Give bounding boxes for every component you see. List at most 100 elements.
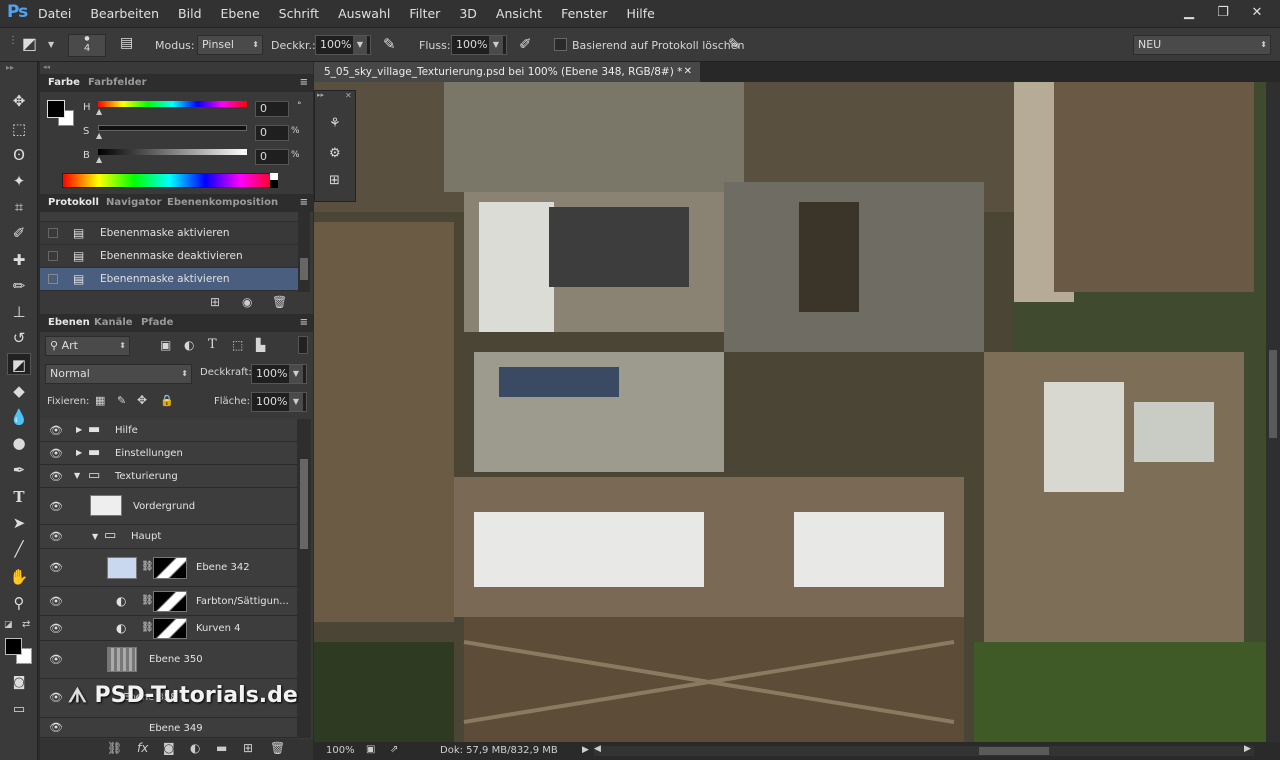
eraser-tool-icon[interactable]: ◩ [22, 34, 37, 53]
clone-stamp-tool-icon[interactable]: ⊥ [7, 301, 31, 323]
panel-menu-icon[interactable]: ≡ [300, 77, 308, 88]
lock-transparent-icon[interactable]: ▦ [95, 394, 105, 407]
filter-toggle[interactable] [298, 336, 308, 354]
pen-tool-icon[interactable]: ✒ [7, 459, 31, 481]
magic-wand-tool-icon[interactable]: ✦ [7, 170, 31, 192]
tab-ebenenkomposition[interactable]: Ebenenkomposition [167, 197, 278, 208]
slider-thumb-icon[interactable]: ▲ [96, 155, 102, 164]
eye-icon[interactable]: 👁 [49, 622, 63, 635]
spectrum-black-swatch[interactable] [270, 180, 278, 188]
eye-icon[interactable]: 👁 [49, 470, 63, 483]
opacity-field[interactable]: 100% ▼ [251, 364, 307, 384]
fluss-field[interactable]: 100% ▼ [451, 35, 507, 55]
collapse-arrow-icon[interactable]: ▼ [92, 532, 98, 541]
menu-filter[interactable]: Filter [409, 6, 440, 21]
tab-ebenen[interactable]: Ebenen [48, 317, 90, 328]
type-tool-icon[interactable]: T [7, 486, 31, 508]
brightness-slider[interactable] [98, 149, 247, 155]
layer-row[interactable]: 👁 ▶ ▬ Hilfe [40, 419, 297, 442]
filter-pixel-icon[interactable]: ▣ [160, 338, 171, 352]
menu-hilfe[interactable]: Hilfe [626, 6, 654, 21]
brush-preset-picker[interactable]: ● 4 [68, 34, 106, 57]
panel-collapse-icon[interactable]: ◂◂ [43, 63, 50, 71]
lasso-tool-icon[interactable]: ʘ [7, 144, 31, 166]
spectrum-white-swatch[interactable] [270, 173, 278, 180]
status-menu-arrow-icon[interactable]: ▶ [582, 745, 589, 755]
scrollbar-thumb[interactable] [1269, 350, 1277, 438]
close-icon[interactable]: ✕ [1244, 3, 1270, 23]
tab-pfade[interactable]: Pfade [141, 317, 173, 328]
panel-menu-icon[interactable]: ≡ [300, 317, 308, 328]
new-layer-icon[interactable]: ⊞ [243, 741, 253, 755]
layer-row[interactable]: 👁 Ebene 349 [40, 718, 297, 738]
airbrush-icon[interactable]: ✐ [519, 35, 532, 53]
tab-farbe[interactable]: Farbe [48, 77, 80, 88]
lock-position-icon[interactable]: ✥ [137, 393, 147, 407]
zoom-tool-icon[interactable]: ⚲ [7, 592, 31, 614]
b-field[interactable]: 0 [255, 149, 289, 165]
eye-icon[interactable]: 👁 [49, 447, 63, 460]
layer-mask-thumbnail[interactable] [153, 618, 187, 639]
panel-menu-icon[interactable]: ≡ [300, 197, 308, 208]
move-tool-icon[interactable]: ✥ [7, 90, 31, 112]
history-item[interactable]: ▤ Ebenenmaske aktivieren [40, 222, 299, 245]
minimize-icon[interactable]: ▁ [1176, 3, 1202, 23]
blur-tool-icon[interactable]: 💧 [7, 406, 31, 428]
chevron-down-icon[interactable]: ▼ [289, 393, 303, 411]
modus-dropdown[interactable]: Pinsel ⬍ [197, 35, 263, 55]
foreground-color-swatch[interactable] [47, 100, 65, 118]
layer-filter-dropdown[interactable]: ⚲ Art ⬍ [45, 336, 130, 356]
scrollbar-thumb[interactable] [300, 459, 308, 549]
foreground-color-swatch[interactable] [5, 638, 22, 655]
eye-icon[interactable]: 👁 [49, 424, 63, 437]
layer-mask-thumbnail[interactable] [153, 557, 187, 579]
history-item[interactable]: ▤ Ebenenmaske deaktivieren [40, 245, 299, 268]
history-item-selected[interactable]: ▤ Ebenenmaske aktivieren [40, 268, 299, 291]
tab-protokoll[interactable]: Protokoll [48, 197, 99, 208]
chevron-down-icon[interactable]: ▼ [353, 36, 367, 54]
proof-icon[interactable]: ▣ [366, 744, 375, 755]
eye-icon[interactable]: 👁 [49, 653, 63, 666]
eye-icon[interactable]: 👁 [49, 595, 63, 608]
eye-icon[interactable]: 👁 [49, 561, 63, 574]
zoom-value[interactable]: 100% [326, 745, 355, 756]
menu-schrift[interactable]: Schrift [279, 6, 319, 21]
path-selection-tool-icon[interactable]: ➤ [7, 512, 31, 534]
close-tab-icon[interactable]: ✕ [684, 62, 692, 82]
canvas-image[interactable]: ▸▸ ✕ ⚘ ⚙ ⊞ [314, 82, 1266, 742]
hand-tool-icon[interactable]: ✋ [7, 566, 31, 588]
s-field[interactable]: 0 [255, 125, 289, 141]
lock-image-icon[interactable]: ✎ [117, 394, 126, 407]
layer-row[interactable]: 👁 ◐ ⛓ Kurven 4 [40, 616, 297, 641]
layer-row[interactable]: 👁 ▶ ▬ Einstellungen [40, 442, 297, 465]
link-icon[interactable]: ⛓ [141, 595, 154, 606]
workspace-dropdown[interactable]: NEU ⬍ [1133, 35, 1271, 55]
link-icon[interactable]: ⛓ [141, 561, 154, 572]
history-brush-source-box[interactable] [48, 228, 58, 238]
panel-collapse-icon[interactable]: ▸▸ [6, 63, 14, 72]
hue-slider[interactable] [98, 101, 247, 107]
menu-fenster[interactable]: Fenster [561, 6, 607, 21]
restore-icon[interactable]: ❐ [1210, 3, 1236, 23]
crop-tool-icon[interactable]: ⌗ [7, 196, 31, 218]
history-scrollbar[interactable] [298, 212, 310, 292]
dodge-tool-icon[interactable]: ● [7, 432, 31, 454]
expand-arrow-icon[interactable]: ▶ [76, 425, 82, 434]
filter-adjustment-icon[interactable]: ◐ [184, 338, 194, 352]
slider-thumb-icon[interactable]: ▲ [96, 131, 102, 140]
h-field[interactable]: 0 [255, 101, 289, 117]
filter-shape-icon[interactable]: ⬚ [232, 338, 243, 352]
fx-icon[interactable]: fx [137, 741, 148, 755]
screen-mode-icon[interactable]: ▭ [7, 699, 31, 721]
new-document-from-state-icon[interactable]: ⊞ [210, 295, 220, 309]
tab-kanaele[interactable]: Kanäle [94, 317, 133, 328]
blend-mode-dropdown[interactable]: Normal ⬍ [45, 364, 192, 384]
marquee-tool-icon[interactable]: ⬚ [7, 118, 31, 140]
tool-preset-arrow-icon[interactable]: ▼ [48, 40, 54, 49]
new-adjustment-icon[interactable]: ◐ [190, 741, 200, 755]
quick-mask-icon[interactable]: ◙ [7, 672, 31, 694]
add-mask-icon[interactable]: ◙ [163, 741, 175, 755]
layer-row[interactable]: 👁 Vordergrund [40, 488, 297, 525]
trash-icon[interactable]: 🗑 [270, 741, 285, 755]
camera-icon[interactable]: ◉ [242, 295, 252, 309]
